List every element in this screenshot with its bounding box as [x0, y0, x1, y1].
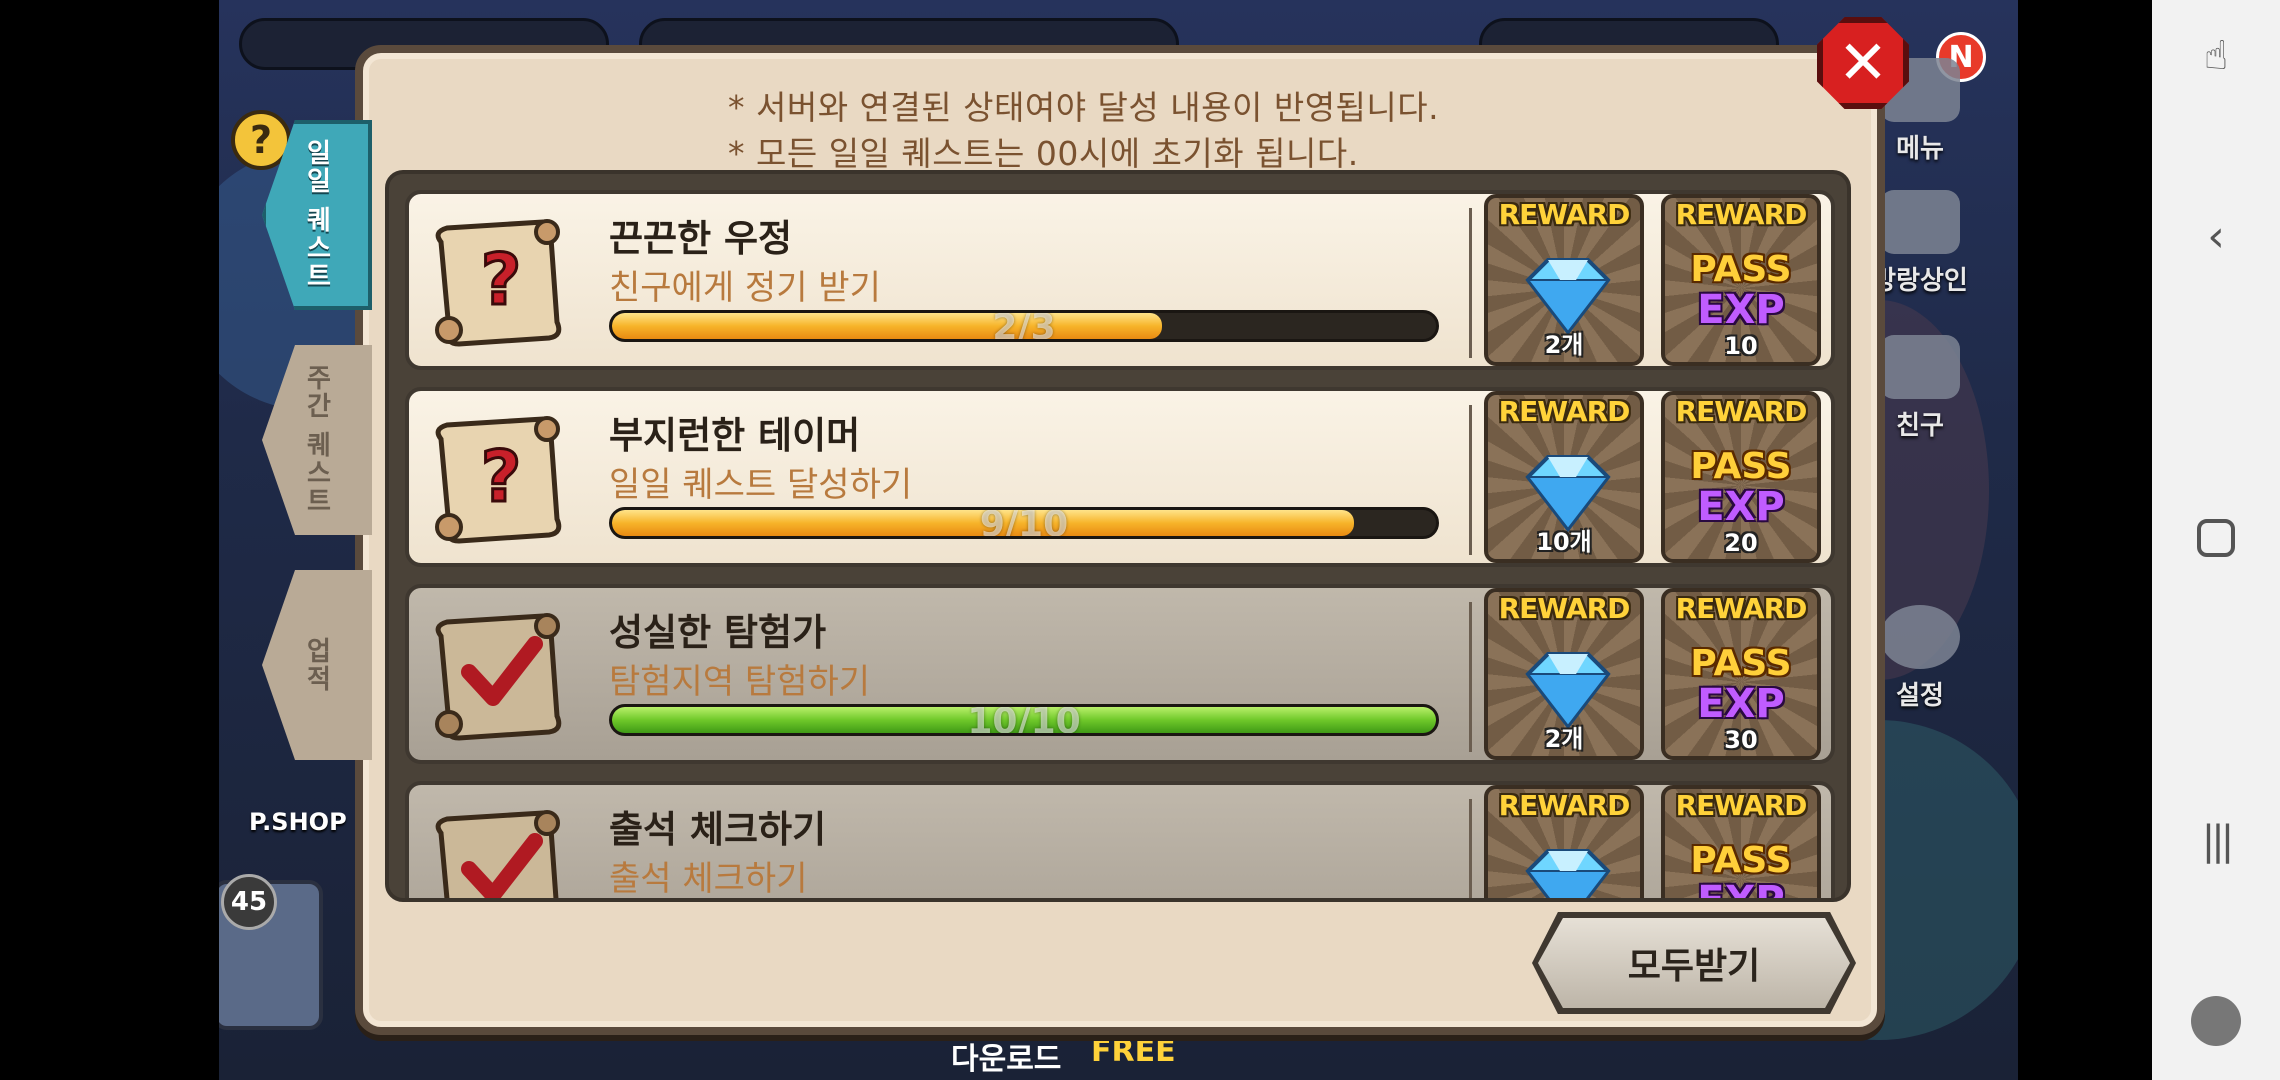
- quest-description: 친구에게 정기 받기: [609, 268, 881, 308]
- reward-header: REWARD: [1498, 395, 1631, 428]
- reward-pass-exp[interactable]: REWARD PASS EXP 30: [1661, 588, 1821, 760]
- reward-header: REWARD: [1498, 592, 1631, 625]
- quest-description: 일일 퀘스트 달성하기: [609, 465, 913, 505]
- progress-text: 2/3: [992, 310, 1056, 342]
- quest-title: 끈끈한 우정: [609, 217, 793, 260]
- reward-header: REWARD: [1675, 395, 1808, 428]
- reward-gem[interactable]: REWARD 2개: [1484, 588, 1644, 760]
- quest-row: ? 부지런한 테이머 일일 퀘스트 달성하기 9/10 REWARD 10개 R…: [405, 387, 1835, 567]
- divider: [1469, 405, 1472, 555]
- reward-pass-exp[interactable]: REWARD PASS EXP: [1661, 785, 1821, 902]
- diamond-icon: [1525, 258, 1611, 336]
- exp-label: EXP: [1697, 681, 1785, 727]
- quest-row: 출석 체크하기 출석 체크하기 REWARD REWARD PASS EXP: [405, 781, 1835, 902]
- quest-progress-bar: 10/10: [609, 704, 1439, 736]
- quest-description: 탐험지역 탐험하기: [609, 662, 871, 702]
- gear-icon: [1880, 605, 1960, 669]
- reward-header: REWARD: [1675, 789, 1808, 822]
- svg-text:?: ?: [481, 239, 522, 321]
- quest-row: 성실한 탐험가 탐험지역 탐험하기 10/10 REWARD 2개 REWARD…: [405, 584, 1835, 764]
- download-label: 다운로드: [951, 1042, 1062, 1077]
- quest-scroll-question-icon: ?: [435, 219, 562, 347]
- close-button[interactable]: ✕: [1817, 17, 1909, 109]
- notice-line: * 모든 일일 퀘스트는 00시에 초기화 됩니다.: [728, 134, 1359, 173]
- level-badge: 45: [221, 874, 277, 930]
- progress-text: 9/10: [979, 507, 1069, 539]
- diamond-icon: [1525, 652, 1611, 730]
- reward-count: 10: [1724, 332, 1758, 360]
- merchant-icon: [1880, 190, 1960, 254]
- quest-progress-bar: 2/3: [609, 310, 1439, 342]
- reward-gem[interactable]: REWARD: [1484, 785, 1644, 898]
- claim-all-label: 모두받기: [1627, 946, 1761, 987]
- home-icon[interactable]: [2190, 512, 2242, 564]
- screen-touch-icon[interactable]: ☝: [2190, 30, 2242, 82]
- pshop-label[interactable]: P.SHOP: [249, 808, 347, 836]
- recent-apps-icon[interactable]: |||: [2190, 815, 2242, 867]
- pass-label: PASS: [1690, 249, 1792, 290]
- reward-count: 2개: [1544, 331, 1584, 359]
- exp-label: EXP: [1697, 878, 1785, 902]
- reward-gem[interactable]: REWARD 2개: [1484, 194, 1644, 366]
- friends-icon: [1880, 335, 1960, 399]
- reward-gem[interactable]: REWARD 10개: [1484, 391, 1644, 563]
- quest-scroll-check-icon: [435, 613, 562, 741]
- quest-list[interactable]: ? 끈끈한 우정 친구에게 정기 받기 2/3 REWARD 2개 REWARD: [385, 170, 1851, 902]
- system-navigation-bar: ☝ ‹ |||: [2152, 0, 2280, 1080]
- divider: [1469, 208, 1472, 358]
- quest-scroll-check-icon: [435, 810, 560, 898]
- reward-header: REWARD: [1675, 198, 1808, 231]
- reward-count: 20: [1724, 529, 1758, 557]
- side-menu-label: 방랑상인: [1872, 266, 1968, 296]
- tab-label: 주간 퀘스트: [301, 364, 332, 516]
- quest-title: 부지런한 테이머: [609, 414, 861, 457]
- pass-label: PASS: [1690, 840, 1792, 881]
- diamond-icon: [1525, 455, 1611, 533]
- quest-title: 성실한 탐험가: [609, 611, 827, 654]
- reward-pass-exp[interactable]: REWARD PASS EXP 20: [1661, 391, 1821, 563]
- side-menu-label: 메뉴: [1896, 134, 1944, 164]
- free-label: FREE: [1091, 1034, 1176, 1069]
- reward-count: 10개: [1536, 528, 1592, 556]
- side-menu-label: 친구: [1896, 411, 1944, 441]
- divider: [1469, 602, 1472, 752]
- svg-text:?: ?: [481, 436, 522, 518]
- reward-pass-exp[interactable]: REWARD PASS EXP 10: [1661, 194, 1821, 366]
- back-icon[interactable]: ‹: [2190, 210, 2242, 262]
- reward-header: REWARD: [1498, 789, 1631, 822]
- game-tools-icon[interactable]: [2190, 995, 2242, 1047]
- exp-label: EXP: [1697, 484, 1785, 530]
- quest-progress-bar: 9/10: [609, 507, 1439, 539]
- reward-count: 30: [1724, 726, 1758, 754]
- quest-row: ? 끈끈한 우정 친구에게 정기 받기 2/3 REWARD 2개 REWARD: [405, 190, 1835, 370]
- side-menu-label: 설정: [1896, 681, 1944, 711]
- exp-label: EXP: [1697, 287, 1785, 333]
- reward-count: 2개: [1544, 725, 1584, 753]
- progress-text: 10/10: [967, 704, 1081, 736]
- claim-all-button[interactable]: 모두받기: [1538, 918, 1850, 1008]
- notice-line: * 서버와 연결된 상태여야 달성 내용이 반영됩니다.: [728, 88, 1440, 127]
- close-icon: ✕: [1837, 28, 1889, 98]
- pass-label: PASS: [1690, 643, 1792, 684]
- quest-description: 출석 체크하기: [609, 859, 808, 899]
- reward-header: REWARD: [1498, 198, 1631, 231]
- reward-header: REWARD: [1675, 592, 1808, 625]
- quest-scroll-question-icon: ?: [435, 416, 562, 544]
- tab-label: 일일 퀘스트: [301, 139, 332, 291]
- tab-label: 업적: [301, 637, 332, 693]
- pass-label: PASS: [1690, 446, 1792, 487]
- diamond-icon: [1525, 849, 1611, 898]
- divider: [1469, 799, 1472, 898]
- screen: ? 45 P.SHOP N 다운로드 FREE 메뉴 방랑상인 친구 설정 * …: [0, 0, 2280, 1080]
- quest-title: 출석 체크하기: [609, 808, 827, 851]
